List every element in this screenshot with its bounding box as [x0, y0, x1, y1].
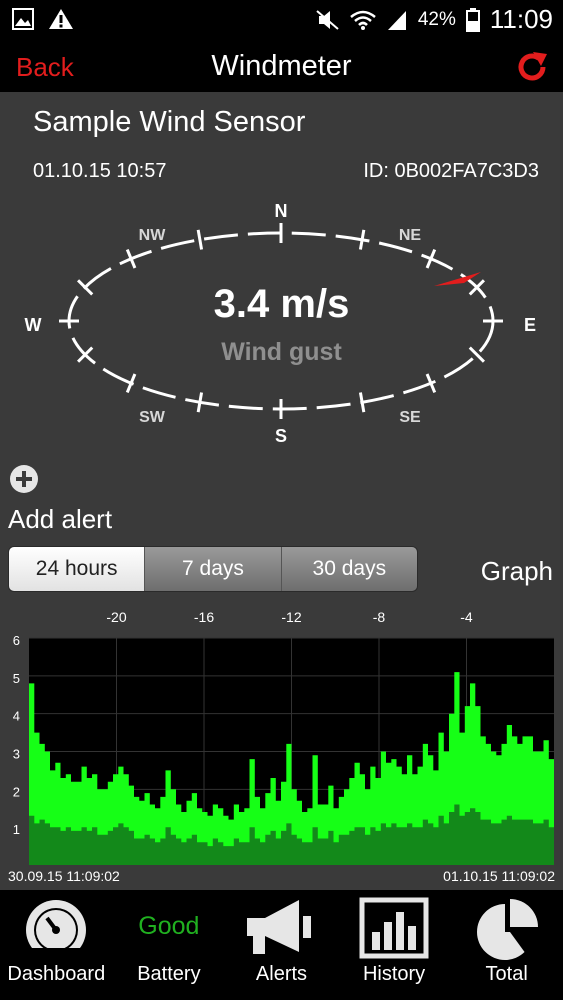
compass-tick [196, 229, 204, 250]
image-notification-icon [12, 8, 34, 30]
wind-history-chart: 1 2 3 4 5 6 -20 -16 -12 -8 -4 30.09.15 11:09:02 01.1… [8, 609, 555, 884]
range-7-days[interactable]: 7 days [144, 547, 281, 591]
chart-end-label: 01.10.15 11:09:02 [443, 868, 555, 884]
chart-x-tick: -8 [373, 609, 386, 625]
chart-x-tick: -12 [281, 609, 301, 625]
tab-dashboard[interactable]: Dashboard [0, 890, 113, 1000]
battery-icon [465, 7, 480, 32]
chart-y-tick: 1 [13, 822, 20, 837]
bar-chart-icon [359, 897, 429, 959]
wifi-icon [350, 10, 376, 30]
chart-y-tick: 2 [13, 784, 20, 799]
warning-icon [49, 9, 73, 29]
status-bar: 42% 11:09 [0, 0, 563, 40]
range-24-hours[interactable]: 24 hours [9, 547, 145, 591]
signal-icon [387, 10, 406, 30]
add-alert-button[interactable]: Add alert [8, 504, 112, 535]
chart-y-tick: 5 [13, 671, 20, 686]
title-bar: Back Windmeter [0, 40, 563, 92]
tab-total[interactable]: Total [450, 890, 563, 1000]
clock: 11:09 [489, 4, 553, 34]
compass-tick [358, 392, 366, 413]
wind-speed: 3.4 m/s [213, 282, 350, 326]
notification-icons [12, 8, 74, 30]
compass-label-nw: NW [139, 227, 167, 244]
time-range-selector: 24 hours 7 days 30 days [8, 546, 418, 592]
pie-chart-icon [476, 899, 538, 960]
chart-x-tick: -20 [106, 609, 126, 625]
chart-x-tick: -4 [460, 609, 473, 625]
megaphone-icon [247, 900, 312, 954]
compass-tick [196, 392, 204, 413]
compass-label-s: S [275, 426, 287, 446]
chart-y-tick: 6 [13, 633, 20, 648]
tab-battery-label: Battery [137, 963, 201, 985]
tab-history-label: History [362, 963, 426, 985]
tab-total-label: Total [485, 963, 528, 985]
bottom-tab-bar: Dashboard Good Battery Alerts History To… [0, 890, 563, 1000]
system-status: 42% 11:09 [316, 4, 553, 35]
tab-history[interactable]: History [338, 890, 451, 1000]
sensor-id: ID: 0B002FA7C3D3 [363, 160, 539, 182]
graph-button[interactable]: Graph [481, 556, 553, 587]
chart-start-label: 30.09.15 11:09:02 [8, 868, 120, 884]
page-title: Windmeter [211, 50, 352, 82]
tab-alerts-label: Alerts [255, 963, 308, 985]
compass-label-se: SE [399, 409, 421, 426]
chart-y-tick: 4 [13, 709, 20, 724]
refresh-icon[interactable] [515, 50, 549, 84]
chart-x-tick: -16 [194, 609, 214, 625]
sensor-name: Sample Wind Sensor [33, 106, 306, 138]
compass-label-ne: NE [399, 227, 422, 244]
compass-label-sw: SW [139, 409, 166, 426]
chart-y-tick: 3 [13, 747, 20, 762]
compass-label-n: N [275, 201, 288, 221]
wind-speed-label: Wind gust [221, 338, 342, 366]
tab-battery[interactable]: Good Battery [113, 890, 226, 1000]
gauge-icon [26, 900, 87, 960]
tab-dashboard-label: Dashboard [7, 963, 106, 985]
sensor-datetime: 01.10.15 10:57 [33, 160, 167, 182]
battery-status-value: Good [138, 912, 200, 940]
mute-icon [316, 9, 339, 30]
add-alert-icon[interactable] [10, 465, 38, 493]
range-30-days[interactable]: 30 days [280, 547, 417, 591]
tab-alerts[interactable]: Alerts [225, 890, 338, 1000]
battery-percent: 42% [417, 8, 456, 30]
compass-tick [358, 229, 366, 250]
